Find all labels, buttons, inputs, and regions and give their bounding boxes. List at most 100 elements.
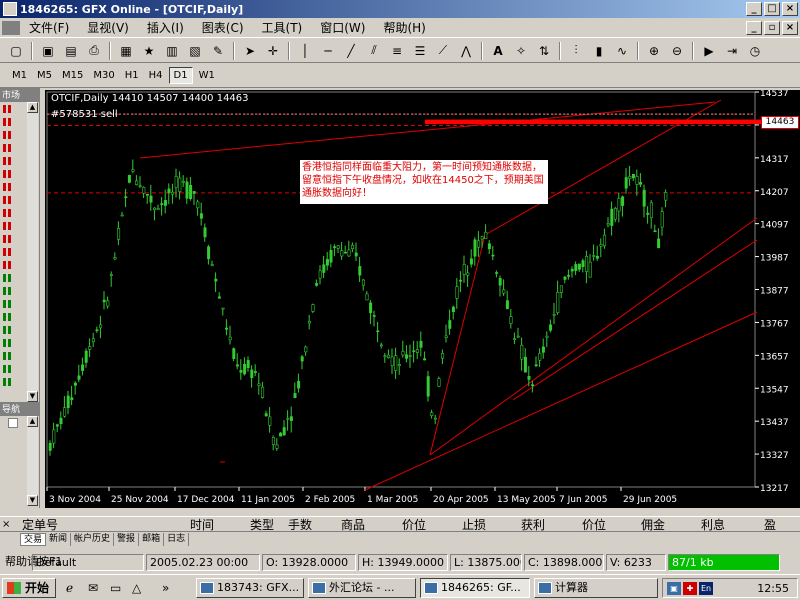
col-type[interactable]: 类型	[250, 517, 274, 533]
col-tp[interactable]: 获利	[521, 517, 545, 533]
col-symbol[interactable]: 商品	[341, 517, 365, 533]
tray-network-icon[interactable]: ▣	[667, 582, 681, 595]
candlestick	[545, 331, 549, 348]
terminal-icon[interactable]: ▥	[162, 41, 182, 61]
trend-line	[512, 239, 758, 401]
col-order[interactable]: 定单号	[22, 517, 58, 533]
tab-alerts[interactable]: 警报	[114, 532, 140, 546]
tray-antivirus-icon[interactable]: ✚	[683, 582, 697, 595]
tester-icon[interactable]: ▧	[185, 41, 205, 61]
save-icon[interactable]: ▣	[38, 41, 58, 61]
label-icon[interactable]: ✧	[511, 41, 531, 61]
scroll-down-icon[interactable]: ▼	[27, 391, 38, 402]
tab-mailbox[interactable]: 邮箱	[139, 532, 165, 546]
messenger-icon[interactable]: △	[132, 581, 141, 595]
tf-w1[interactable]: W1	[195, 68, 219, 83]
candlestick	[412, 340, 416, 363]
candlestick	[77, 364, 81, 383]
price-chart[interactable]: 1453714427143171420714097139871387713767…	[45, 90, 800, 508]
tab-journal[interactable]: 日志	[164, 532, 190, 546]
task-calculator[interactable]: 计算器	[534, 578, 658, 598]
menu-file[interactable]: 文件(F)	[20, 19, 78, 36]
tab-trade[interactable]: 交易	[20, 532, 47, 546]
menu-window[interactable]: 窗口(W)	[311, 19, 374, 36]
menu-insert[interactable]: 插入(I)	[138, 19, 193, 36]
cursor-icon[interactable]: ➤	[240, 41, 260, 61]
start-button[interactable]: 开始	[2, 578, 56, 598]
desktop-icon[interactable]: ▭	[110, 581, 121, 595]
market-watch-icon[interactable]: ▦	[116, 41, 136, 61]
col-profit[interactable]: 盈	[764, 517, 776, 533]
horizontal-line-icon[interactable]: ─	[318, 41, 338, 61]
open-icon[interactable]: ▤	[61, 41, 81, 61]
chart-annotation[interactable]: 香港恒指同样面临重大阻力，第一时间预知通胀数据，留意恒指下午收盘情况，如收在14…	[300, 160, 548, 204]
zoom-out-icon[interactable]: ⊖	[667, 41, 687, 61]
tf-d1[interactable]: D1	[168, 67, 193, 84]
menu-tools[interactable]: 工具(T)	[253, 19, 312, 36]
menu-charts[interactable]: 图表(C)	[193, 19, 253, 36]
fan-icon[interactable]: ⋀	[456, 41, 476, 61]
line-chart-icon[interactable]: ∿	[612, 41, 632, 61]
print-icon[interactable]: ⎙	[84, 41, 104, 61]
crosshair-icon[interactable]: ✛	[263, 41, 283, 61]
col-time[interactable]: 时间	[190, 517, 214, 533]
nav-scroll-down-icon[interactable]: ▼	[27, 495, 38, 506]
chart-shift-icon[interactable]: ⇥	[722, 41, 742, 61]
new-chart-icon[interactable]: ▢	[6, 41, 26, 61]
text-icon[interactable]: A	[488, 41, 508, 61]
col-swap[interactable]: 利息	[701, 517, 725, 533]
maximize-button[interactable]: □	[764, 2, 780, 16]
email-icon[interactable]: ✉	[88, 581, 98, 595]
navigator-scrollbar[interactable]: ▲ ▼	[27, 416, 38, 506]
col-sl[interactable]: 止损	[462, 517, 486, 533]
tab-history[interactable]: 帐户历史	[71, 532, 115, 546]
candlestick	[502, 279, 506, 296]
scroll-up-icon[interactable]: ▲	[27, 102, 38, 113]
tf-m1[interactable]: M1	[8, 68, 31, 83]
trendline-icon[interactable]: ╱	[341, 41, 361, 61]
zoom-in-icon[interactable]: ⊕	[644, 41, 664, 61]
task-gfx-1[interactable]: 183743: GFX...	[196, 578, 304, 598]
col-price[interactable]: 价位	[402, 517, 426, 533]
quote-bar-icon	[8, 182, 11, 191]
tf-h1[interactable]: H1	[121, 68, 143, 83]
menu-view[interactable]: 显视(V)	[78, 19, 138, 36]
minimize-button[interactable]: _	[746, 2, 762, 16]
chart-canvas[interactable]: 1453714427143171420714097139871387713767…	[45, 90, 800, 508]
navigator-tree-icon[interactable]	[8, 418, 18, 428]
arrows-icon[interactable]: ⇅	[534, 41, 554, 61]
candle-chart-icon[interactable]: ▮	[589, 41, 609, 61]
autoscroll-icon[interactable]: ▶	[699, 41, 719, 61]
vertical-line-icon[interactable]: │	[295, 41, 315, 61]
expert-icon[interactable]: ✎	[208, 41, 228, 61]
market-watch-scrollbar[interactable]: ▲ ▼	[27, 102, 38, 402]
regression-icon[interactable]: ≡	[387, 41, 407, 61]
task-gfx-2[interactable]: 1846265: GF...	[420, 578, 530, 598]
tab-news[interactable]: 新闻	[46, 532, 72, 546]
channel-icon[interactable]: ⫽	[364, 41, 384, 61]
mdi-close-button[interactable]: ×	[782, 21, 798, 35]
terminal-close-icon[interactable]: ×	[2, 517, 10, 533]
tf-m15[interactable]: M15	[58, 68, 87, 83]
tf-m30[interactable]: M30	[89, 68, 118, 83]
tf-h4[interactable]: H4	[145, 68, 167, 83]
col-price2[interactable]: 价位	[582, 517, 606, 533]
nav-scroll-up-icon[interactable]: ▲	[27, 416, 38, 427]
ie-icon[interactable]: ℯ	[66, 581, 73, 595]
candlestick	[207, 244, 211, 265]
mdi-minimize-button[interactable]: _	[746, 21, 762, 35]
bar-chart-icon[interactable]: ⫶	[566, 41, 586, 61]
mdi-restore-button[interactable]: ▫	[764, 21, 780, 35]
gann-icon[interactable]: ⟋	[433, 41, 453, 61]
quicklaunch-arrow-icon[interactable]: »	[162, 581, 169, 595]
menu-help[interactable]: 帮助(H)	[374, 19, 434, 36]
tray-lang-icon[interactable]: En	[699, 582, 713, 595]
close-button[interactable]: ×	[782, 2, 798, 16]
col-lots[interactable]: 手数	[288, 517, 312, 533]
periods-icon[interactable]: ◷	[745, 41, 765, 61]
navigator-icon[interactable]: ★	[139, 41, 159, 61]
tf-m5[interactable]: M5	[33, 68, 56, 83]
fibo-icon[interactable]: ☰	[410, 41, 430, 61]
task-forum[interactable]: 外汇论坛 - ...	[308, 578, 416, 598]
col-commission[interactable]: 佣金	[641, 517, 665, 533]
